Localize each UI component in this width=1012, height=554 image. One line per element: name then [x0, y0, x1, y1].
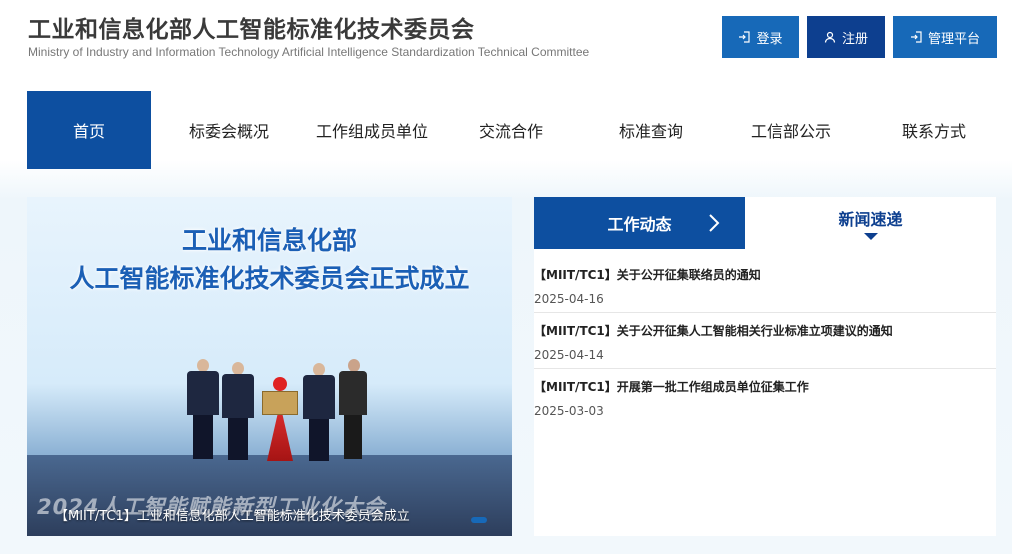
- register-label: 注册: [841, 31, 868, 47]
- nav-item-cooperation[interactable]: 交流合作: [449, 91, 573, 169]
- news-title[interactable]: 【MIIT/TC1】关于公开征集联络员的通知: [534, 266, 761, 283]
- news-panel: 工作动态 新闻速递 【MIIT/TC1】关于公开征集联络员的通知 2025-04…: [534, 197, 996, 536]
- admin-platform-button[interactable]: 管理平台: [893, 16, 997, 58]
- tab-news-express[interactable]: 新闻速递: [745, 197, 996, 249]
- plaque-stand: [267, 415, 293, 461]
- banner-headline-line1: 工业和信息化部: [181, 226, 357, 255]
- banner-caption[interactable]: 【MIIT/TC1】工业和信息化部人工智能标准化技术委员会成立: [55, 505, 410, 524]
- banner-headline-line2: 人工智能标准化技术委员会正式成立: [69, 264, 470, 293]
- nav-item-announcements[interactable]: 工信部公示: [729, 91, 853, 169]
- news-date: 2025-04-16: [534, 292, 604, 306]
- tab-work-updates-label: 工作动态: [607, 215, 672, 234]
- news-title[interactable]: 【MIIT/TC1】开展第一批工作组成员单位征集工作: [534, 378, 809, 395]
- register-button[interactable]: 注册: [807, 16, 885, 58]
- tab-news-express-label: 新闻速递: [838, 210, 903, 229]
- nav-item-overview[interactable]: 标委会概况: [167, 91, 291, 169]
- site-title: 工业和信息化部人工智能标准化技术委员会: [28, 17, 475, 43]
- site-subtitle: Ministry of Industry and Information Tec…: [28, 45, 590, 59]
- chevron-right-icon: [709, 214, 720, 232]
- news-title[interactable]: 【MIIT/TC1】关于公开征集人工智能相关行业标准立项建议的通知: [534, 322, 893, 339]
- login-button[interactable]: 登录: [722, 16, 799, 58]
- news-list-item: 【MIIT/TC1】开展第一批工作组成员单位征集工作 2025-03-03: [534, 369, 996, 425]
- admin-platform-label: 管理平台: [927, 31, 980, 47]
- plaque: [262, 391, 298, 415]
- nav-item-home[interactable]: 首页: [27, 91, 151, 169]
- red-ribbon-flower: [273, 377, 287, 391]
- nav-item-members[interactable]: 工作组成员单位: [307, 91, 437, 169]
- news-list-item: 【MIIT/TC1】关于公开征集联络员的通知 2025-04-16: [534, 257, 996, 313]
- tab-work-updates[interactable]: 工作动态: [534, 197, 745, 249]
- main-nav: 首页 标委会概况 工作组成员单位 交流合作 标准查询 工信部公示 联系方式: [27, 91, 1012, 169]
- news-list-item: 【MIIT/TC1】关于公开征集人工智能相关行业标准立项建议的通知 2025-0…: [534, 313, 996, 369]
- news-date: 2025-03-03: [534, 404, 604, 418]
- caret-down-icon: [863, 233, 878, 240]
- nav-item-standards[interactable]: 标准查询: [589, 91, 713, 169]
- carousel-indicator[interactable]: [471, 517, 487, 523]
- nav-item-contact[interactable]: 联系方式: [872, 91, 996, 169]
- login-label: 登录: [756, 31, 783, 47]
- login-icon: [910, 31, 922, 43]
- banner-carousel[interactable]: 工业和信息化部 人工智能标准化技术委员会正式成立 2024人工智能赋能新型工业化…: [27, 197, 512, 536]
- news-date: 2025-04-14: [534, 348, 604, 362]
- user-icon: [824, 31, 836, 43]
- login-icon: [739, 31, 751, 43]
